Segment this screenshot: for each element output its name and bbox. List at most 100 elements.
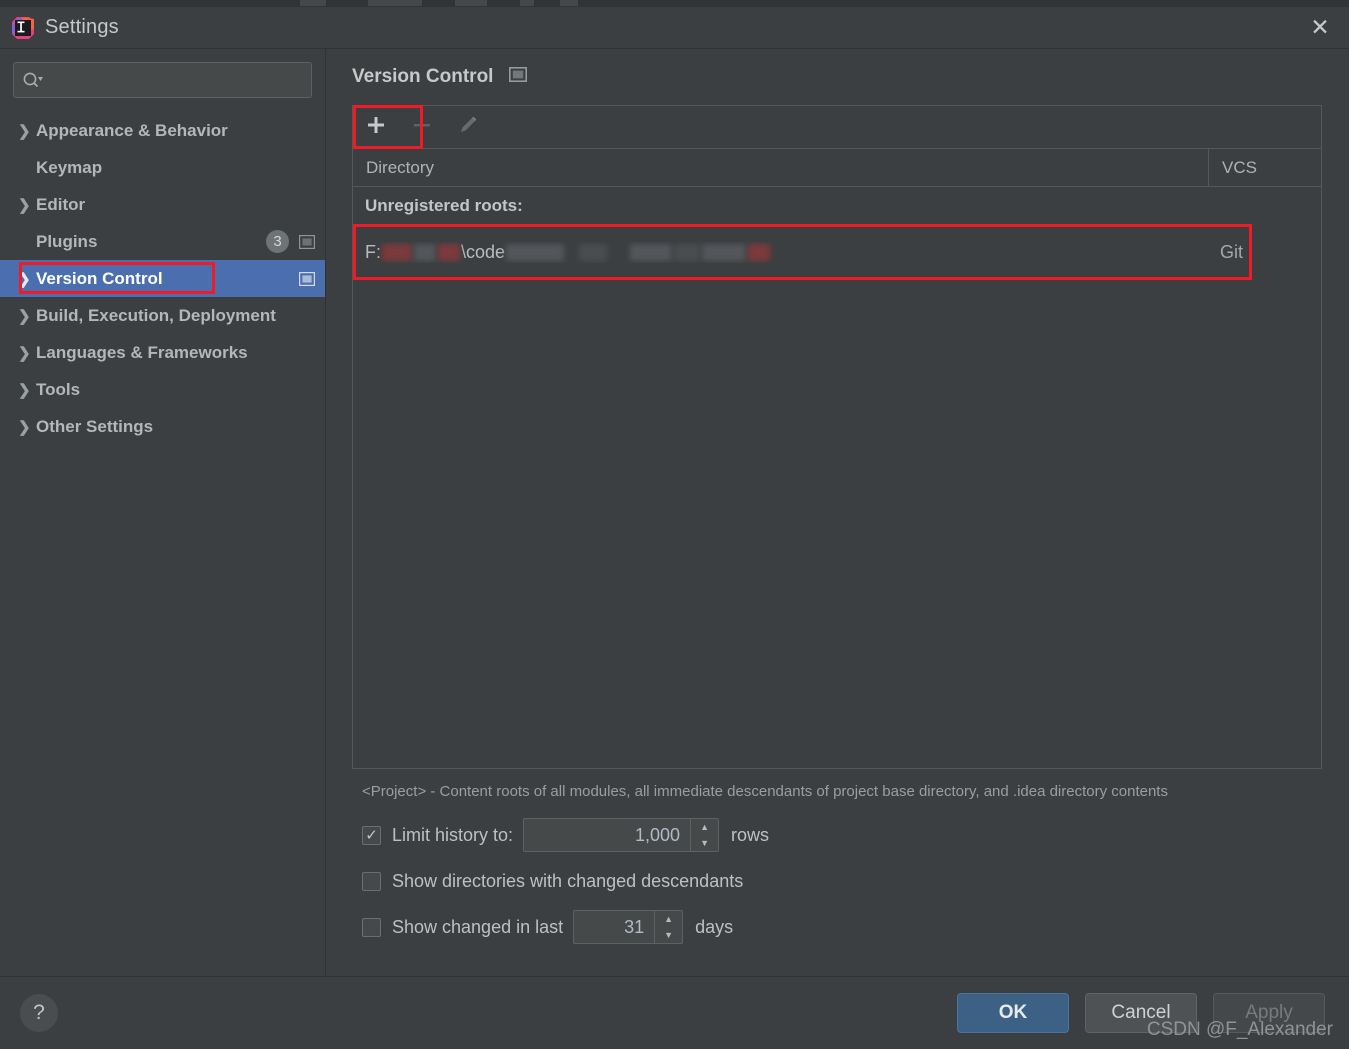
project-scope-icon — [299, 234, 315, 249]
search-input[interactable] — [44, 71, 303, 89]
sidebar-item-other-settings[interactable]: ❯ Other Settings — [0, 408, 325, 445]
edit-pencil-icon — [457, 114, 479, 141]
sidebar-item-languages-frameworks[interactable]: ❯ Languages & Frameworks — [0, 334, 325, 371]
search-box[interactable] — [13, 62, 312, 98]
directory-path-middle: \code — [461, 241, 506, 262]
check-icon: ✓ — [365, 826, 378, 844]
sidebar-item-tools[interactable]: ❯ Tools — [0, 371, 325, 408]
column-header-vcs[interactable]: VCS — [1208, 149, 1321, 186]
intellij-idea-logo-icon — [12, 16, 34, 39]
chevron-right-icon: ❯ — [18, 418, 31, 436]
cell-directory: F: \code — [353, 242, 1208, 263]
directory-path-prefix: F: — [365, 241, 381, 262]
page-header: Version Control — [352, 49, 1322, 105]
sidebar-item-label: Plugins — [36, 231, 98, 251]
project-scope-icon — [299, 271, 315, 286]
spinner-buttons: ▲ ▼ — [690, 819, 718, 851]
redacted-path-segment — [702, 243, 747, 261]
page-title: Version Control — [352, 66, 494, 87]
spinner-buttons: ▲ ▼ — [654, 911, 682, 943]
sidebar-item-appearance-behavior[interactable]: ❯ Appearance & Behavior — [0, 112, 325, 149]
vcs-directory-mappings-panel: Directory VCS Unregistered roots: F: \co… — [352, 105, 1322, 769]
redacted-path-segment — [674, 243, 701, 261]
mappings-table-header: Directory VCS — [353, 149, 1321, 187]
sidebar-item-label: Other Settings — [36, 416, 154, 436]
dialog-body: ❯ Appearance & Behavior Keymap ❯ Editor … — [0, 48, 1349, 976]
spinner-up-icon[interactable]: ▲ — [691, 819, 718, 835]
column-header-directory[interactable]: Directory — [353, 149, 1208, 186]
dialog-titlebar: Settings ✕ — [0, 7, 1349, 48]
spinner-up-icon[interactable]: ▲ — [655, 911, 682, 927]
spinner-down-icon[interactable]: ▼ — [655, 927, 682, 943]
chevron-right-icon: ❯ — [18, 196, 31, 214]
dialog-title: Settings — [45, 16, 119, 38]
dialog-button-bar: ? OK Cancel Apply CSDN @F_Alexander — [0, 976, 1349, 1049]
show-changed-in-last-label: Show changed in last — [392, 916, 564, 937]
show-changed-days-input[interactable] — [574, 911, 655, 943]
redacted-path-segment — [630, 243, 673, 261]
limit-history-spinner[interactable]: ▲ ▼ — [523, 818, 720, 852]
option-show-changed-in-last: Show changed in last ▲ ▼ days — [352, 904, 1322, 950]
show-changed-in-last-checkbox[interactable] — [362, 917, 381, 937]
redacted-path-segment — [438, 243, 460, 261]
mappings-toolbar — [353, 105, 1321, 149]
project-scope-icon — [509, 67, 528, 87]
spinner-down-icon[interactable]: ▼ — [691, 835, 718, 851]
chevron-right-icon: ❯ — [18, 307, 31, 325]
cell-vcs: Git — [1220, 241, 1244, 262]
remove-mapping-button[interactable] — [399, 106, 445, 148]
mappings-table-body: Unregistered roots: F: \code Git — [353, 187, 1321, 768]
sidebar-item-label: Editor — [36, 194, 86, 214]
plugins-update-badge: 3 — [266, 230, 289, 253]
close-icon[interactable]: ✕ — [1291, 7, 1349, 48]
sidebar-item-label: Build, Execution, Deployment — [36, 305, 276, 325]
show-changed-days-spinner[interactable]: ▲ ▼ — [573, 910, 684, 944]
sidebar-item-keymap[interactable]: Keymap — [0, 149, 325, 186]
project-scope-hint: <Project> - Content roots of all modules… — [362, 783, 1168, 800]
redacted-path-segment — [506, 243, 565, 261]
settings-sidebar: ❯ Appearance & Behavior Keymap ❯ Editor … — [0, 49, 326, 976]
sidebar-item-label: Appearance & Behavior — [36, 120, 228, 140]
limit-history-checkbox[interactable]: ✓ — [362, 825, 381, 845]
search-icon — [22, 71, 44, 89]
help-button[interactable]: ? — [20, 994, 58, 1032]
chevron-right-icon: ❯ — [18, 344, 31, 362]
option-limit-history: ✓ Limit history to: ▲ ▼ rows — [352, 812, 1322, 858]
redacted-path-segment — [579, 243, 608, 261]
add-mapping-button[interactable] — [353, 106, 399, 148]
settings-dialog: Settings ✕ ❯ Appearance & Behavior Keyma… — [0, 7, 1349, 1049]
bottom-spacer — [352, 950, 1322, 976]
chevron-right-icon: ❯ — [18, 381, 31, 399]
sidebar-item-editor[interactable]: ❯ Editor — [0, 186, 325, 223]
show-changed-descendants-label: Show directories with changed descendant… — [392, 870, 744, 891]
limit-history-suffix: rows — [731, 824, 770, 845]
main-panel: Version Control Directory VCS Unregister… — [326, 49, 1349, 976]
table-row[interactable]: F: \code Git — [353, 224, 1321, 280]
sidebar-item-plugins[interactable]: Plugins 3 — [0, 223, 325, 260]
group-row-unregistered-roots: Unregistered roots: — [365, 195, 523, 215]
apply-button: Apply — [1213, 993, 1325, 1033]
chevron-right-icon: ❯ — [18, 270, 31, 288]
sidebar-item-label: Version Control — [36, 268, 163, 288]
search-area — [0, 49, 325, 108]
redacted-path-segment — [748, 243, 771, 261]
show-changed-descendants-checkbox[interactable] — [362, 871, 381, 891]
edit-mapping-button[interactable] — [445, 106, 491, 148]
cancel-button[interactable]: Cancel — [1085, 993, 1197, 1033]
sidebar-item-label: Languages & Frameworks — [36, 342, 248, 362]
chevron-right-icon: ❯ — [18, 122, 31, 140]
minus-icon — [411, 114, 433, 141]
redacted-path-segment — [414, 243, 436, 261]
settings-tree: ❯ Appearance & Behavior Keymap ❯ Editor … — [0, 108, 325, 976]
sidebar-item-version-control[interactable]: ❯ Version Control — [0, 260, 325, 297]
option-show-changed-descendants: Show directories with changed descendant… — [352, 858, 1322, 904]
limit-history-label: Limit history to: — [392, 824, 514, 845]
limit-history-input[interactable] — [524, 819, 691, 851]
sidebar-item-label: Keymap — [36, 157, 103, 177]
plus-icon — [365, 114, 387, 141]
show-changed-days-suffix: days — [695, 916, 734, 937]
ok-button[interactable]: OK — [957, 993, 1069, 1033]
redacted-path-segment — [382, 243, 412, 261]
sidebar-item-build-execution-deployment[interactable]: ❯ Build, Execution, Deployment — [0, 297, 325, 334]
dialog-actions: OK Cancel Apply — [957, 993, 1325, 1033]
